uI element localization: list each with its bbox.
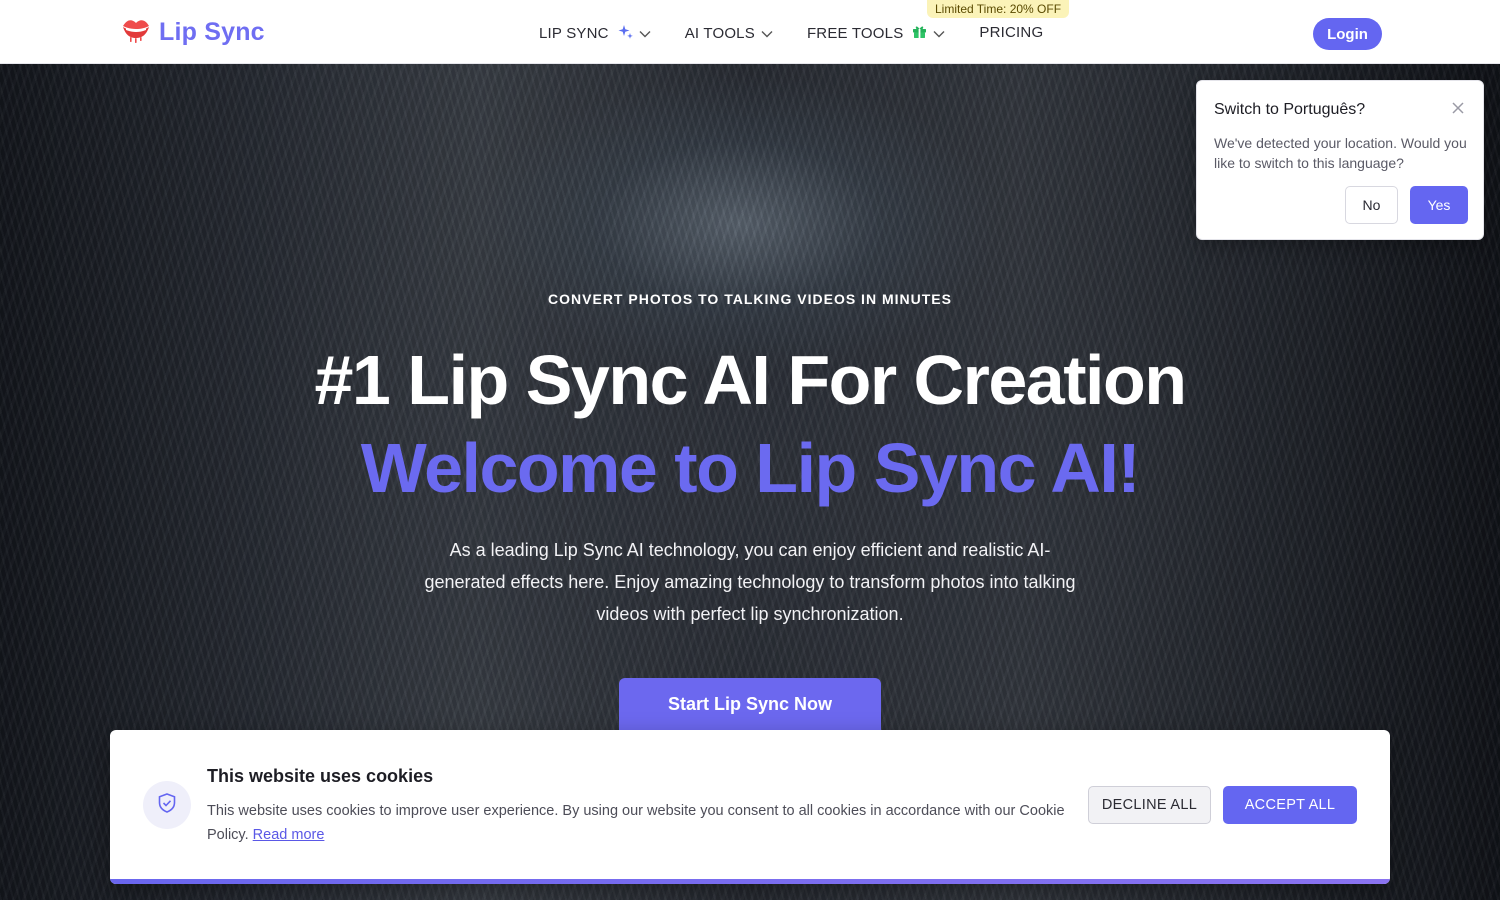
hero-title: #1 Lip Sync AI For Creation [314,341,1187,419]
cookie-text: This website uses cookies to improve use… [207,799,1067,847]
read-more-link[interactable]: Read more [253,827,325,843]
chevron-down-icon [761,25,773,42]
nav-pricing[interactable]: PRICING [979,24,1043,41]
promo-badge: Limited Time: 20% OFF [927,0,1070,18]
nav-label: FREE TOOLS [806,25,904,42]
nav-label: AI TOOLS [684,25,755,42]
cookie-body: This website uses cookies to improve use… [207,803,1065,843]
language-popup-text: We've detected your location. Would you … [1214,135,1467,171]
gift-icon [912,24,927,43]
language-yes-button[interactable]: Yes [1410,186,1468,224]
hero-title-accent: Welcome to Lip Sync AI! [360,429,1141,507]
lips-icon [121,17,151,48]
cookie-title: This website uses cookies [207,766,434,786]
sparkle-icon [618,24,633,43]
close-icon[interactable] [1450,100,1466,116]
logo-text: Lip Sync [159,18,265,46]
nav-free-tools[interactable]: FREE TOOLS [807,24,945,43]
shield-check-icon [156,792,178,819]
hero-eyebrow: CONVERT PHOTOS TO TALKING VIDEOS IN MINU… [548,291,952,307]
chevron-down-icon [933,25,945,42]
language-popup-title: Switch to Português? [1214,101,1366,118]
decline-all-button[interactable]: DECLINE ALL [1088,786,1211,824]
main-nav: LIP SYNC AI TOOLS FREE TOOLS PRICING [539,24,1043,43]
nav-label: PRICING [979,24,1044,41]
logo[interactable]: Lip Sync [121,17,265,48]
language-switch-popup: Switch to Português? We've detected your… [1196,80,1484,240]
hero-description: As a leading Lip Sync AI technology, you… [424,540,1076,624]
cookie-accent-bar [110,879,1390,884]
nav-lip-sync[interactable]: LIP SYNC [539,24,651,43]
accept-all-button[interactable]: ACCEPT ALL [1223,786,1357,824]
nav-label: LIP SYNC [539,25,609,42]
start-lip-sync-button[interactable]: Start Lip Sync Now [619,678,881,736]
cookie-banner: This website uses cookies This website u… [110,730,1390,884]
language-no-button[interactable]: No [1345,186,1398,224]
chevron-down-icon [639,25,651,42]
site-header: Lip Sync LIP SYNC AI TOOLS FREE TOOLS PR… [0,0,1500,64]
nav-ai-tools[interactable]: AI TOOLS [685,25,773,42]
cookie-icon-badge [143,781,191,829]
login-button[interactable]: Login [1313,18,1382,50]
